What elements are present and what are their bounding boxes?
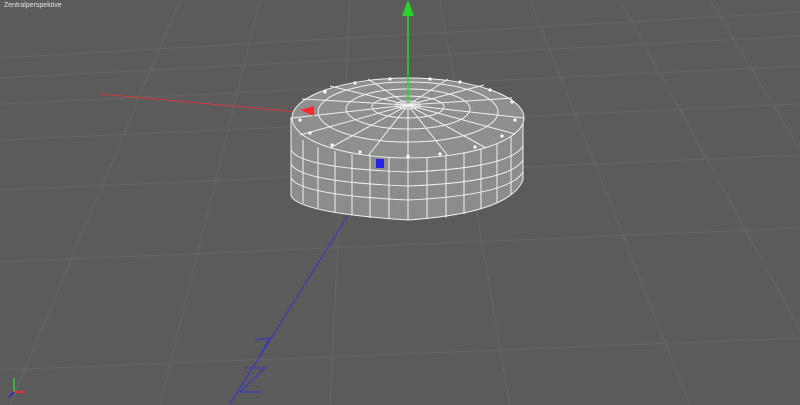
arrow-z-icon bbox=[376, 159, 384, 168]
move-z-handle[interactable] bbox=[376, 159, 384, 168]
arrow-y-icon bbox=[402, 0, 414, 16]
scene-canvas[interactable] bbox=[0, 0, 800, 405]
3d-viewport[interactable]: Zentralperspektive bbox=[0, 0, 800, 405]
axis-z-label-mark bbox=[238, 337, 271, 393]
